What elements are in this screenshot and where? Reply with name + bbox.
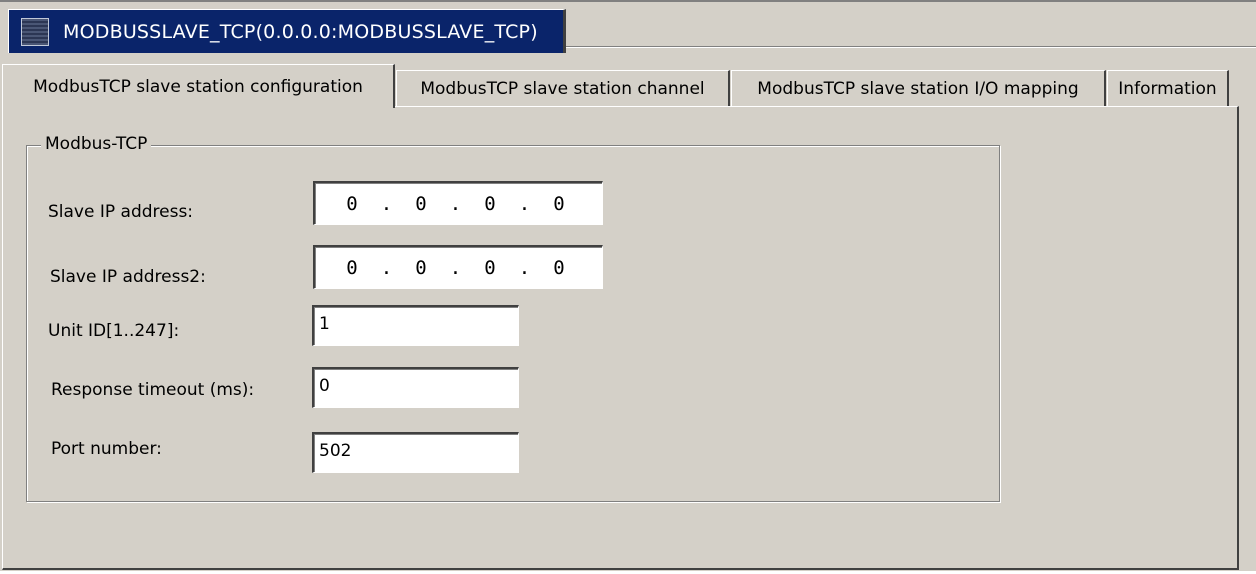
unit-id-label: Unit ID[1..247]: <box>48 321 180 341</box>
ip2-octet-4[interactable]: 0 <box>546 257 572 279</box>
ip-octet-2[interactable]: 0 <box>408 193 434 215</box>
slave-ip-label: Slave IP address: <box>48 202 194 222</box>
slave-ip2-label: Slave IP address2: <box>50 267 206 287</box>
ip-dot: . <box>449 192 462 215</box>
modbus-slave-window: MODBUSSLAVE_TCP(0.0.0.0:MODBUSSLAVE_TCP)… <box>0 0 1256 574</box>
document-tab[interactable]: MODBUSSLAVE_TCP(0.0.0.0:MODBUSSLAVE_TCP) <box>8 9 566 53</box>
slave-ip-input[interactable]: 0 . 0 . 0 . 0 <box>313 181 603 225</box>
document-tab-title: MODBUSSLAVE_TCP(0.0.0.0:MODBUSSLAVE_TCP) <box>63 20 538 43</box>
ip-dot: . <box>380 192 393 215</box>
ip2-octet-2[interactable]: 0 <box>408 257 434 279</box>
device-grid-icon <box>21 17 49 46</box>
ip-dot: . <box>380 256 393 279</box>
tab-slave-station-channel[interactable]: ModbusTCP slave station channel <box>396 70 730 106</box>
ip2-octet-3[interactable]: 0 <box>477 257 503 279</box>
ip-dot: . <box>518 256 531 279</box>
tab-slave-station-configuration[interactable]: ModbusTCP slave station configuration <box>2 64 395 108</box>
groupbox-legend: Modbus-TCP <box>41 134 152 154</box>
ip-dot: . <box>449 256 462 279</box>
tab-slave-station-io-mapping[interactable]: ModbusTCP slave station I/O mapping <box>731 70 1106 106</box>
port-number-label: Port number: <box>51 439 162 459</box>
slave-ip2-input[interactable]: 0 . 0 . 0 . 0 <box>313 245 603 289</box>
ip-octet-3[interactable]: 0 <box>477 193 503 215</box>
ip-octet-1[interactable]: 0 <box>339 193 365 215</box>
ip-octet-4[interactable]: 0 <box>546 193 572 215</box>
tab-strip-divider-highlight <box>566 47 1256 48</box>
document-tab-strip: MODBUSSLAVE_TCP(0.0.0.0:MODBUSSLAVE_TCP) <box>0 0 1256 56</box>
response-timeout-label: Response timeout (ms): <box>51 380 255 400</box>
ip-dot: . <box>518 192 531 215</box>
response-timeout-input[interactable]: 0 <box>312 367 519 408</box>
tab-information[interactable]: Information <box>1107 70 1229 106</box>
port-number-input[interactable]: 502 <box>312 432 519 473</box>
unit-id-input[interactable]: 1 <box>312 305 519 346</box>
ip2-octet-1[interactable]: 0 <box>339 257 365 279</box>
